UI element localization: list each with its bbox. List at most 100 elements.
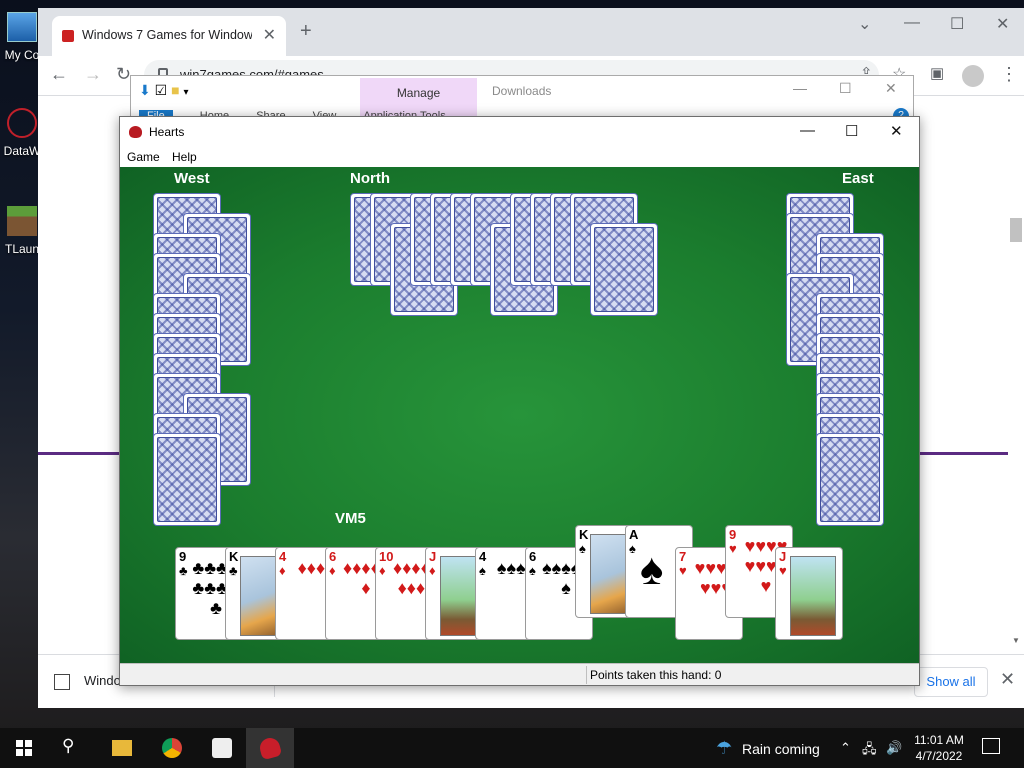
- volume-icon[interactable]: 🔊: [886, 740, 902, 756]
- folder-icon: ■: [171, 82, 180, 98]
- minimize-icon[interactable]: —: [904, 14, 920, 32]
- tab-close-icon[interactable]: ✕: [263, 25, 276, 45]
- site-favicon-icon: [62, 30, 74, 42]
- hearts-app-icon: [129, 126, 142, 138]
- menu-kebab-icon[interactable]: ⋮: [1000, 64, 1018, 85]
- card-rank: K: [579, 527, 589, 542]
- zip-file-icon: [54, 673, 70, 690]
- taskbar-java-app[interactable]: [198, 728, 246, 768]
- show-all-button[interactable]: Show all: [914, 667, 988, 697]
- card-back-pattern: [820, 437, 880, 522]
- page-divider-left: [38, 452, 128, 455]
- card-rank: A: [629, 527, 639, 542]
- weather-text: Rain coming: [742, 741, 820, 757]
- side-panel-icon[interactable]: ▣: [930, 64, 944, 82]
- desktop-icon-tlauncher[interactable]: TLaun: [2, 206, 42, 256]
- ace-spade-icon: ♠: [640, 545, 664, 594]
- profile-avatar-icon[interactable]: [962, 65, 984, 87]
- tab-search-icon[interactable]: ⌄: [858, 14, 871, 34]
- reload-icon[interactable]: ↻: [116, 64, 131, 85]
- search-button[interactable]: ⚲: [48, 728, 96, 768]
- download-item[interactable]: Windo: [54, 673, 121, 690]
- card-suit-icon: ♥: [729, 541, 737, 556]
- page-scrollbar-thumb[interactable]: [1010, 218, 1022, 242]
- scroll-down-icon[interactable]: ▼: [1012, 636, 1020, 645]
- card-suit-icon: ♠: [479, 563, 486, 578]
- card-rank: 7: [679, 549, 687, 564]
- desktop-icon-label: My Co: [4, 48, 40, 62]
- tab-title: Windows 7 Games for Windows: [82, 28, 252, 42]
- desktop-icon-datawrangler[interactable]: DataW: [2, 108, 42, 158]
- north-card-back: [590, 223, 658, 316]
- card-rank: 4: [279, 549, 287, 564]
- taskbar-chrome[interactable]: [148, 728, 196, 768]
- search-icon: ⚲: [62, 736, 75, 755]
- umbrella-icon: ☂: [716, 738, 733, 758]
- explorer-title: Downloads: [492, 84, 552, 98]
- hearts-app-icon: [257, 735, 283, 761]
- player-card[interactable]: J ♥: [775, 547, 843, 640]
- tray-chevron-icon[interactable]: ⌃: [840, 740, 851, 756]
- close-icon[interactable]: ✕: [996, 14, 1009, 34]
- card-suit-icon: ♠: [629, 541, 636, 556]
- card-suit-icon: ♠: [529, 563, 536, 578]
- quick-access-toolbar[interactable]: ⬇ ☑ ■ ▾: [139, 82, 188, 99]
- hearts-status-bar: Points taken this hand: 0: [120, 663, 919, 685]
- new-tab-icon[interactable]: +: [300, 20, 312, 43]
- card-rank: 6: [329, 549, 337, 564]
- desktop-icon-label: DataW: [3, 144, 41, 158]
- taskbar-file-explorer[interactable]: [98, 728, 146, 768]
- card-rank: K: [229, 549, 239, 564]
- card-rank: 9: [179, 549, 187, 564]
- player-name-north: North: [350, 170, 390, 187]
- card-rank: 4: [479, 549, 487, 564]
- desktop-icon-computer[interactable]: My Co: [2, 12, 42, 62]
- hearts-title: Hearts: [149, 125, 185, 139]
- folder-icon: [112, 740, 132, 756]
- tab-strip: Windows 7 Games for Windows ✕ + ⌄ — ☐ ✕: [38, 8, 1024, 56]
- hearts-close-icon[interactable]: ✕: [890, 122, 903, 140]
- west-card-back: [153, 433, 221, 526]
- forward-arrow-icon[interactable]: →: [84, 64, 102, 85]
- player-name-east: East: [842, 170, 874, 187]
- network-icon[interactable]: 🖧: [862, 740, 877, 762]
- card-suit-icon: ♥: [679, 563, 687, 578]
- notification-center-icon[interactable]: [982, 738, 1000, 754]
- clock-date: 4/7/2022: [915, 749, 963, 763]
- hearts-maximize-icon[interactable]: ☐: [845, 122, 858, 140]
- explorer-maximize-icon[interactable]: ☐: [839, 80, 852, 97]
- download-arrow-icon: ⬇: [139, 82, 151, 98]
- properties-icon: ☑: [154, 82, 168, 98]
- weather-widget[interactable]: ☂ Rain coming: [716, 738, 820, 759]
- windows-logo-icon: [16, 740, 32, 756]
- page-divider-right: [920, 452, 1008, 455]
- card-back-pattern: [157, 437, 217, 522]
- player-name-south: VM5: [335, 510, 366, 527]
- explorer-minimize-icon[interactable]: —: [793, 80, 807, 96]
- chrome-icon: [162, 738, 182, 758]
- taskbar-hearts[interactable]: [246, 728, 294, 768]
- card-rank: 9: [729, 527, 737, 542]
- east-card-back: [816, 433, 884, 526]
- browser-tab[interactable]: Windows 7 Games for Windows ✕: [52, 16, 286, 56]
- card-suit-icon: ♣: [179, 563, 188, 578]
- java-icon: [212, 738, 232, 758]
- system-clock[interactable]: 11:01 AM 4/7/2022: [904, 732, 974, 764]
- card-rank: 6: [529, 549, 537, 564]
- hearts-minimize-icon[interactable]: —: [800, 122, 815, 139]
- card-suit-icon: ♣: [229, 563, 238, 578]
- close-download-bar-icon[interactable]: ✕: [1000, 669, 1015, 690]
- hearts-menu-bar: Game Help: [120, 147, 919, 167]
- menu-help[interactable]: Help: [172, 150, 197, 164]
- explorer-close-icon[interactable]: ✕: [885, 80, 897, 97]
- card-rank: J: [429, 549, 437, 564]
- card-back-pattern: [594, 227, 654, 312]
- maximize-icon[interactable]: ☐: [950, 14, 964, 34]
- menu-game[interactable]: Game: [127, 150, 160, 164]
- face-card-artwork: [790, 556, 836, 636]
- start-button[interactable]: [0, 728, 48, 768]
- desktop-icon-label: TLaun: [4, 242, 40, 256]
- hearts-window: Hearts — ☐ ✕ Game Help West North East V…: [119, 116, 920, 686]
- back-arrow-icon[interactable]: ←: [50, 64, 68, 85]
- computer-icon: [7, 12, 37, 42]
